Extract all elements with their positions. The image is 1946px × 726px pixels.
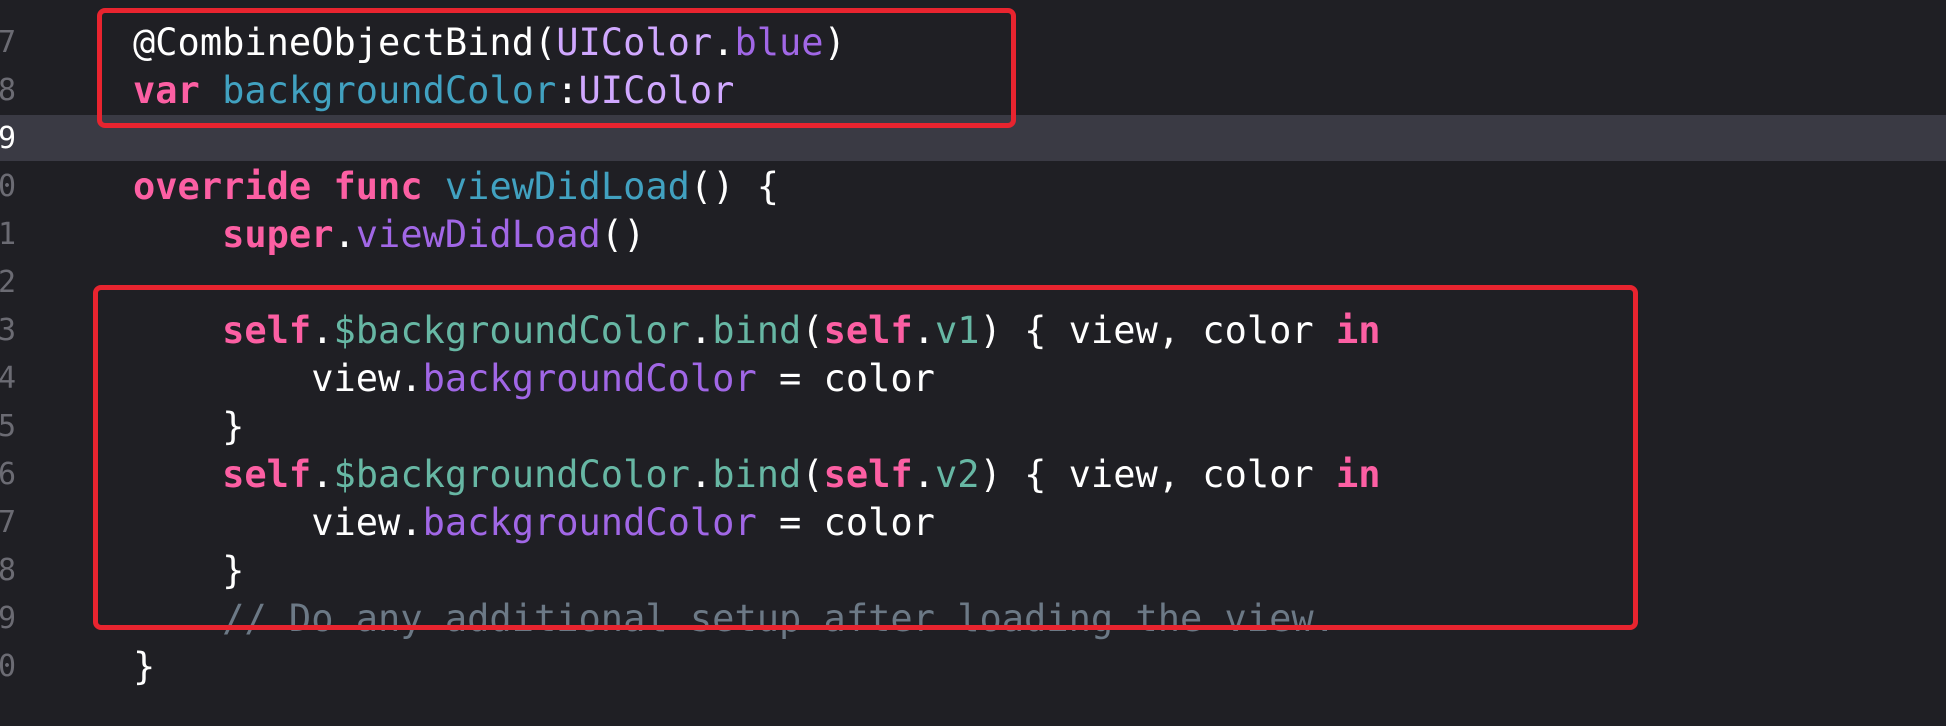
- highlight-box-property-wrapper: [97, 8, 1016, 128]
- line-number: 3: [0, 313, 16, 348]
- highlight-box-bind-calls: [93, 285, 1638, 630]
- line-number: 8: [0, 73, 16, 108]
- line-number-gutter: 7 8 9 0 1 2 3 4 5 6 7 8 9 0: [0, 0, 20, 726]
- code-token: }: [133, 645, 156, 688]
- line-number: 2: [0, 265, 16, 300]
- code-token: .: [333, 213, 356, 256]
- line-number: 0: [0, 169, 16, 204]
- code-editor[interactable]: 78901234567890 @CombineObjectBind(UIColo…: [0, 0, 1946, 726]
- line-number: 7: [0, 505, 16, 540]
- line-number: 5: [0, 409, 16, 444]
- code-line[interactable]: super.viewDidLoad(): [133, 211, 645, 259]
- code-token: func: [333, 165, 423, 208]
- line-number: 1: [0, 217, 16, 252]
- line-number: 8: [0, 553, 16, 588]
- line-number: 9: [0, 121, 16, 156]
- code-token: override: [133, 165, 312, 208]
- line-number: 0: [0, 649, 16, 684]
- code-token: viewDidLoad: [355, 213, 601, 256]
- code-token: super: [222, 213, 334, 256]
- line-number: 6: [0, 457, 16, 492]
- code-line[interactable]: }: [133, 643, 155, 691]
- code-token: () {: [689, 165, 780, 208]
- line-number: 4: [0, 361, 16, 396]
- code-line[interactable]: override func viewDidLoad() {: [133, 163, 779, 211]
- line-number: 9: [0, 601, 16, 636]
- code-token: (): [600, 213, 646, 256]
- code-token: viewDidLoad: [444, 165, 690, 208]
- line-number: 7: [0, 25, 16, 60]
